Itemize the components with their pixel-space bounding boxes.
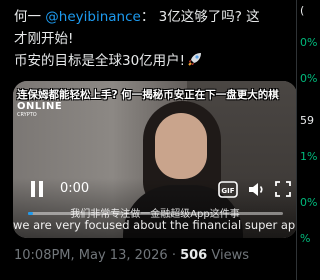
tweet-line-1: 何一 @heyibinance： 3亿这够了吗? 这: [14, 6, 296, 28]
tweet-line-3-text: 币安的目标是全球30亿用户!: [14, 53, 186, 69]
tweet-line-2: 才刚开始!: [14, 31, 74, 47]
video-progress-fill: [28, 212, 34, 215]
video-progress-bar[interactable]: [28, 212, 283, 215]
tweet-line-3: 币安的目标是全球30亿用户!: [14, 50, 296, 74]
sidebar-item-4: 1%: [300, 150, 318, 163]
mention-link[interactable]: @heyibinance: [45, 9, 141, 25]
tweet-timestamp[interactable]: 10:08PM, May 13, 2026 ·: [14, 248, 180, 263]
video-headline: 连保姆都能轻松上手? 何一揭秘币安正在下一盘更大的棋: [17, 89, 279, 101]
sidebar-item-5: 0%: [300, 196, 318, 209]
sidebar-item-0: (: [300, 4, 305, 17]
gif-label: GIF: [221, 187, 234, 195]
volume-icon[interactable]: [248, 181, 266, 198]
rocket-icon: [187, 51, 203, 74]
sidebar-item-6: %: [300, 232, 311, 245]
channel-logo: ONLINE CRYPTO: [17, 102, 62, 120]
sidebar-item-3: 59: [300, 114, 314, 127]
right-sidebar-edge: ( 0% 0% 59 1% 0% %: [296, 0, 317, 280]
video-time: 0:00: [60, 181, 90, 196]
tweet-text: 何一 @heyibinance： 3亿这够了吗? 这 才刚开始! 币安的目标是全…: [14, 6, 296, 74]
sidebar-item-1: 0%: [300, 36, 318, 49]
logo-sub: CRYPTO: [17, 112, 37, 118]
views-count: 506: [180, 248, 208, 263]
speaker-face: [155, 113, 207, 179]
views-label: Views: [207, 248, 249, 263]
fullscreen-icon[interactable]: [275, 181, 291, 197]
sidebar-item-2: 0%: [300, 72, 318, 85]
gif-icon[interactable]: GIF: [218, 181, 238, 198]
tweet-line-1-rest: ： 3亿这够了吗? 这: [140, 9, 260, 25]
tweet: 何一 @heyibinance： 3亿这够了吗? 这 才刚开始! 币安的目标是全…: [0, 0, 297, 280]
subtitle-english: we are very focused about the financial …: [13, 218, 297, 232]
video-player[interactable]: 连保姆都能轻松上手? 何一揭秘币安正在下一盘更大的棋 ONLINE CRYPTO …: [13, 81, 297, 238]
tweet-author-name: 何一: [14, 9, 46, 25]
play-icon[interactable]: [30, 180, 44, 198]
tweet-meta: 10:08PM, May 13, 2026 · 506 Views: [14, 248, 249, 263]
